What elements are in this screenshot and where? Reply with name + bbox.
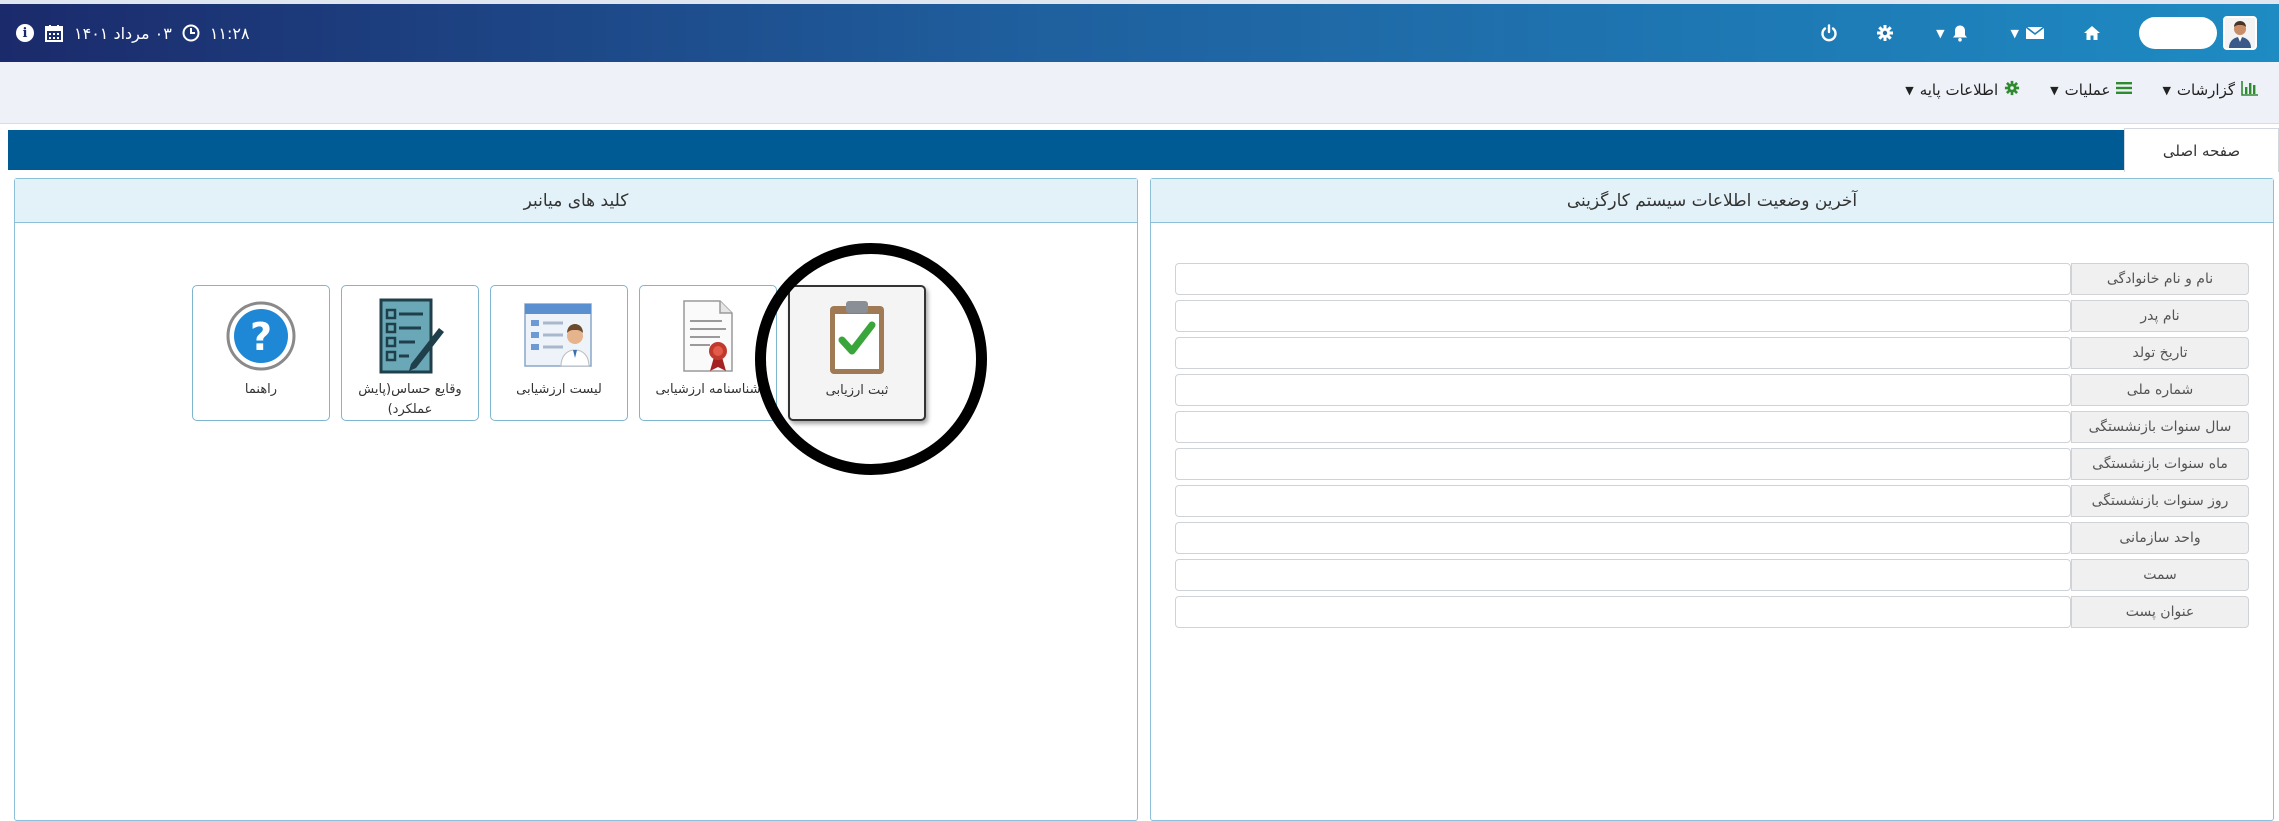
top-navbar: i ۰۳ مرداد ۱۴۰۱ ۱۱:۲۸ ▼ ▼ (0, 0, 2279, 62)
caret-down-icon: ▼ (1936, 26, 1945, 40)
bar-chart-icon (2241, 80, 2259, 100)
clock-icon (182, 24, 200, 42)
info-row-full-name: نام و نام خانوادگی (1175, 263, 2249, 295)
retirement-months-value (1175, 448, 2071, 480)
panel-title: آخرین وضعیت اطلاعات سیستم کارگزینی (1151, 179, 2273, 223)
user-avatar[interactable] (2223, 16, 2257, 50)
position-value (1175, 559, 2071, 591)
tab-label: صفحه اصلی (2162, 141, 2241, 160)
panel-title: کلید های میانبر (15, 179, 1137, 223)
field-label: سال سنوات بازنشستگی (2071, 411, 2249, 443)
retirement-days-value (1175, 485, 2071, 517)
full-name-value (1175, 263, 2071, 295)
menu-item-base-info[interactable]: اطلاعات پایه ▼ (1901, 80, 2020, 100)
caret-down-icon: ▼ (2050, 83, 2059, 97)
info-row-org-unit: واحد سازمانی (1175, 522, 2249, 554)
user-list-icon (519, 296, 599, 376)
gear-icon[interactable] (1876, 24, 1894, 42)
info-row-position: سمت (1175, 559, 2249, 591)
info-row-birth-date: تاریخ تولد (1175, 337, 2249, 369)
shortcut-help[interactable]: ? راهنما (192, 285, 330, 421)
caret-down-icon: ▼ (2010, 26, 2019, 40)
time-text: ۱۱:۲۸ (209, 23, 250, 43)
menu-item-operations[interactable]: عملیات ▼ (2046, 80, 2133, 100)
info-row-retirement-months: ماه سنوات بازنشستگی (1175, 448, 2249, 480)
menu-item-label: گزارشات (2176, 81, 2235, 99)
clipboard-check-icon (817, 297, 897, 377)
calendar-icon (44, 23, 64, 43)
caret-down-icon: ▼ (2162, 83, 2171, 97)
shortcut-evaluation-certificate[interactable]: شناسنامه ارزشیابی (639, 285, 777, 421)
post-title-value (1175, 596, 2071, 628)
svg-text:?: ? (250, 315, 272, 359)
field-label: تاریخ تولد (2071, 337, 2249, 369)
certificate-icon (668, 296, 748, 376)
hr-info-panel: آخرین وضعیت اطلاعات سیستم کارگزینی نام و… (1150, 178, 2274, 821)
info-row-national-id: شماره ملی (1175, 374, 2249, 406)
shortcut-label: راهنما (244, 382, 278, 397)
field-label: روز سنوات بازنشستگی (2071, 485, 2249, 517)
field-label: ماه سنوات بازنشستگی (2071, 448, 2249, 480)
info-icon[interactable]: i (16, 24, 34, 42)
main-menubar: اطلاعات پایه ▼ عملیات ▼ گزارشات ▼ (0, 62, 2279, 124)
date-text: ۰۳ مرداد ۱۴۰۱ (74, 23, 172, 43)
checklist-pen-icon (370, 296, 450, 376)
gear-icon (2004, 80, 2020, 100)
datetime-display: i ۰۳ مرداد ۱۴۰۱ ۱۱:۲۸ (16, 16, 250, 50)
shortcut-label: ثبت ارزیابی (825, 383, 889, 398)
field-label: نام و نام خانوادگی (2071, 263, 2249, 295)
info-row-retirement-days: روز سنوات بازنشستگی (1175, 485, 2249, 517)
national-id-value (1175, 374, 2071, 406)
tab-home[interactable]: صفحه اصلی (2124, 128, 2279, 172)
breadcrumb-bar (8, 130, 2124, 170)
field-label: سمت (2071, 559, 2249, 591)
shortcuts-panel: کلید های میانبر ثبت ارزیابی شناسنامه ارز… (14, 178, 1138, 821)
retirement-years-value (1175, 411, 2071, 443)
menu-item-label: عملیات (2064, 81, 2111, 99)
power-icon[interactable] (1820, 24, 1838, 42)
shortcut-label: لیست ارزشیابی (516, 382, 602, 397)
birth-date-value (1175, 337, 2071, 369)
shortcut-label: وقایع حساس(پایش عملکرد) (358, 382, 462, 417)
bars-icon (2116, 81, 2133, 99)
father-name-value (1175, 300, 2071, 332)
menu-item-label: اطلاعات پایه (1919, 81, 1999, 99)
field-label: واحد سازمانی (2071, 522, 2249, 554)
username-field[interactable] (2139, 17, 2217, 49)
envelope-icon[interactable]: ▼ (2007, 25, 2045, 41)
org-unit-value (1175, 522, 2071, 554)
shortcut-sensitive-events[interactable]: وقایع حساس(پایش عملکرد) (341, 285, 479, 421)
help-icon: ? (221, 296, 301, 376)
info-row-father-name: نام پدر (1175, 300, 2249, 332)
field-label: شماره ملی (2071, 374, 2249, 406)
bell-icon[interactable]: ▼ (1932, 24, 1968, 42)
info-row-post-title: عنوان پست (1175, 596, 2249, 628)
caret-down-icon: ▼ (1905, 83, 1914, 97)
menu-item-reports[interactable]: گزارشات ▼ (2158, 80, 2259, 100)
field-label: نام پدر (2071, 300, 2249, 332)
shortcut-register-evaluation[interactable]: ثبت ارزیابی (788, 285, 926, 421)
shortcut-label: شناسنامه ارزشیابی (655, 382, 761, 397)
field-label: عنوان پست (2071, 596, 2249, 628)
home-icon[interactable] (2083, 25, 2101, 41)
shortcut-evaluation-list[interactable]: لیست ارزشیابی (490, 285, 628, 421)
info-row-retirement-years: سال سنوات بازنشستگی (1175, 411, 2249, 443)
